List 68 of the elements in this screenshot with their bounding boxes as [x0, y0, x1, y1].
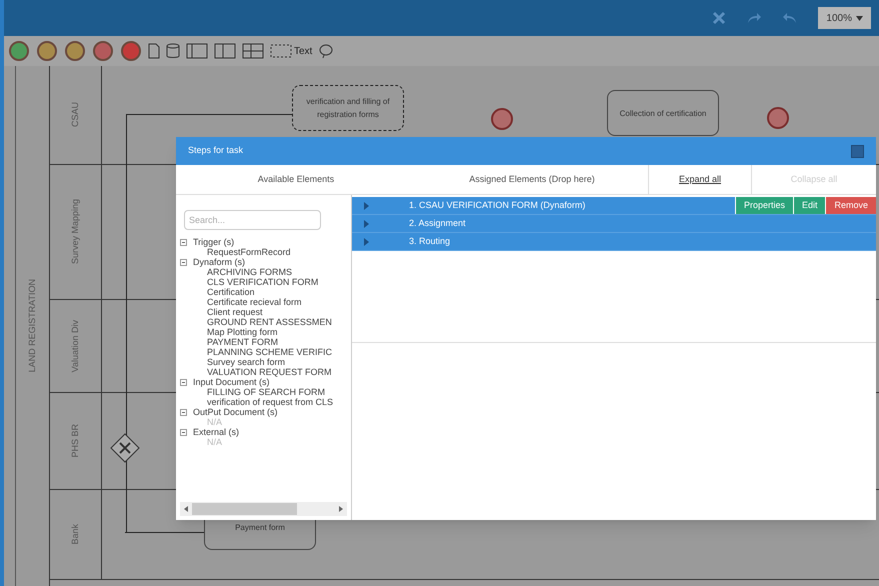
tree-item[interactable]: VALUATION REQUEST FORM: [207, 367, 332, 377]
tree-item[interactable]: FILLING OF SEARCH FORM: [207, 387, 326, 397]
caret-icon: [856, 16, 863, 20]
tree-item[interactable]: Client request: [207, 307, 263, 317]
expand-arrow-icon[interactable]: [364, 202, 369, 210]
search-field[interactable]: Search...: [184, 210, 321, 230]
lane-label: Valuation Div: [68, 320, 81, 372]
terminate-event-icon[interactable]: [120, 40, 142, 62]
scroll-right-icon[interactable]: [339, 506, 343, 512]
expand-arrow-icon[interactable]: [364, 238, 369, 246]
database-icon[interactable]: [166, 43, 180, 59]
horizontal-scrollbar[interactable]: [180, 502, 347, 516]
pool-icon[interactable]: [186, 43, 208, 59]
intermediate-event-icon[interactable]: [36, 40, 58, 62]
collapse-icon[interactable]: [180, 408, 187, 416]
tree-group[interactable]: Input Document (s): [193, 377, 270, 387]
tree-item[interactable]: Certificate recieval form: [207, 297, 302, 307]
tree-item[interactable]: Map Plotting form: [207, 327, 278, 337]
step-label: 2. Assignment: [409, 216, 467, 230]
lane-icon[interactable]: [214, 43, 236, 59]
timer-event-icon[interactable]: [64, 40, 86, 62]
column-header: Assigned Elements (Drop here): [468, 172, 596, 186]
tree-item[interactable]: verification of request from CLS: [207, 397, 334, 407]
gateway-icon: [110, 433, 140, 463]
end-event-icon: [490, 107, 514, 131]
lane-label: CSAU: [68, 102, 81, 128]
expand-arrow-icon[interactable]: [364, 220, 369, 228]
lane-label: Survey Mapping: [68, 199, 81, 265]
tree-item[interactable]: GROUND RENT ASSESSMEN: [207, 317, 332, 327]
tree-item[interactable]: PAYMENT FORM: [207, 337, 278, 347]
task-node: verification and filling of registration forms: [292, 85, 404, 131]
annotation-icon[interactable]: [270, 44, 292, 58]
end-event-icon[interactable]: [92, 40, 114, 62]
tree-group[interactable]: Trigger (s): [193, 237, 234, 247]
zoom-dropdown[interactable]: 100%: [818, 7, 871, 29]
scroll-thumb[interactable]: [192, 503, 297, 515]
expand-all-link[interactable]: Expand all: [648, 165, 752, 194]
step-row[interactable]: 1. CSAU VERIFICATION FORM (Dynaform) Properties Edit Remove: [352, 197, 876, 215]
document-icon[interactable]: [148, 43, 160, 59]
dialog-title: Steps for task: [188, 144, 244, 158]
grid-icon[interactable]: [242, 43, 264, 59]
step-label: 1. CSAU VERIFICATION FORM (Dynaform): [409, 198, 586, 212]
end-event-icon: [766, 106, 790, 130]
scroll-left-icon[interactable]: [184, 506, 188, 512]
lane-label: PHS BR: [68, 424, 81, 458]
pool-label: LAND REGISTRATION: [26, 279, 38, 373]
tree-item[interactable]: ARCHIVING FORMS: [207, 267, 292, 277]
lane-label: Bank: [68, 524, 81, 545]
tree-group[interactable]: External (s): [193, 427, 240, 437]
column-header: Available Elements: [256, 172, 336, 186]
comment-icon[interactable]: [318, 43, 334, 59]
collapse-icon[interactable]: [180, 428, 187, 436]
tree-item[interactable]: Survey search form: [207, 357, 286, 367]
tree-item[interactable]: RequestFormRecord: [207, 247, 291, 257]
collapse-icon[interactable]: [180, 378, 187, 386]
close-button[interactable]: [851, 144, 864, 158]
task-node: Collection of certification: [607, 90, 719, 136]
tree-item[interactable]: CLS VERIFICATION FORM: [207, 277, 318, 287]
step-label: 3. Routing: [409, 234, 452, 248]
step-action-button[interactable]: Remove: [825, 197, 876, 214]
start-event-icon[interactable]: [8, 40, 30, 62]
text-tool[interactable]: Text: [294, 44, 312, 58]
tree-item[interactable]: PLANNING SCHEME VERIFIC: [207, 347, 332, 357]
tree-item[interactable]: Certification: [207, 287, 255, 297]
tree-group[interactable]: Dynaform (s): [193, 257, 246, 267]
collapse-icon[interactable]: [180, 238, 187, 246]
tree-group[interactable]: OutPut Document (s): [193, 407, 278, 417]
collapse-icon[interactable]: [180, 258, 187, 266]
